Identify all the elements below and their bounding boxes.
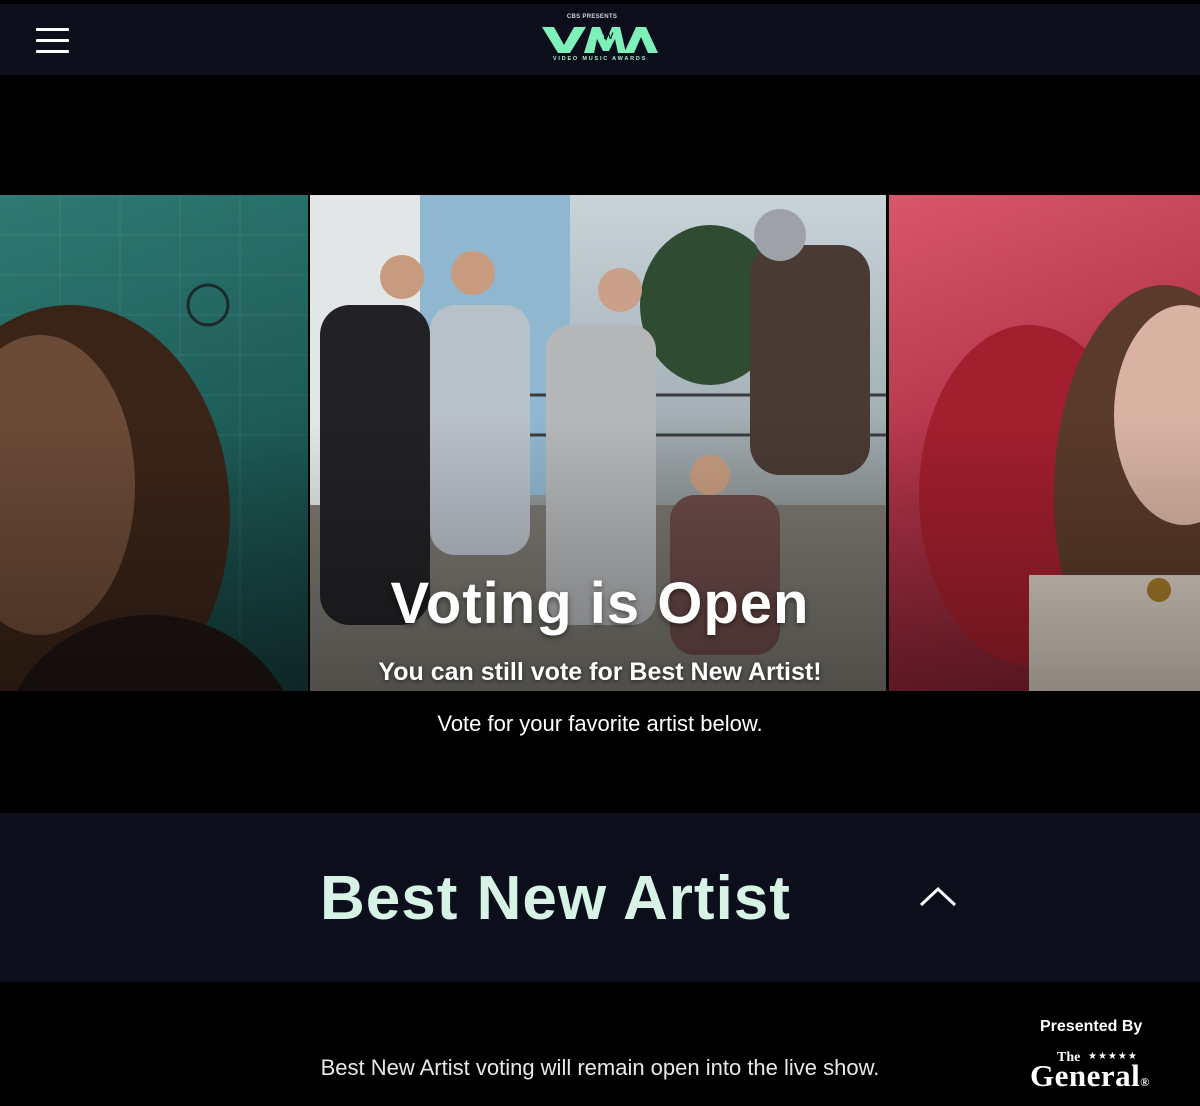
hamburger-menu-icon[interactable] xyxy=(36,26,69,54)
hero-subtitle: You can still vote for Best New Artist! xyxy=(378,658,822,686)
presented-by-label: Presented By xyxy=(1040,1018,1143,1035)
category-title: Best New Artist xyxy=(320,864,791,933)
voting-note: Best New Artist voting will remain open … xyxy=(320,1055,880,1080)
hero-note: Vote for your favorite artist below. xyxy=(437,711,763,736)
hero-title: Voting is Open xyxy=(390,571,810,636)
menu-bar xyxy=(36,39,69,42)
category-header[interactable]: Best New Artist xyxy=(0,813,1200,982)
sponsor-logo[interactable]: The ★★★★★ General® xyxy=(1030,1050,1170,1093)
sponsor-name: General® xyxy=(1030,1058,1150,1093)
navbar: CBS PRESENTS TV VIDEO MUSIC AWARDS xyxy=(0,4,1200,75)
menu-bar xyxy=(36,28,69,31)
logo-presents-text: CBS PRESENTS xyxy=(566,14,618,20)
hero-banner: Voting is Open You can still vote for Be… xyxy=(0,195,1200,691)
chevron-up-icon[interactable] xyxy=(918,885,958,909)
menu-bar xyxy=(36,50,69,53)
logo-subtitle: VIDEO MUSIC AWARDS xyxy=(552,56,648,62)
vma-logo-mark: TV xyxy=(542,27,658,53)
vma-logo[interactable]: CBS PRESENTS TV VIDEO MUSIC AWARDS xyxy=(540,14,660,70)
svg-text:TV: TV xyxy=(602,31,614,41)
